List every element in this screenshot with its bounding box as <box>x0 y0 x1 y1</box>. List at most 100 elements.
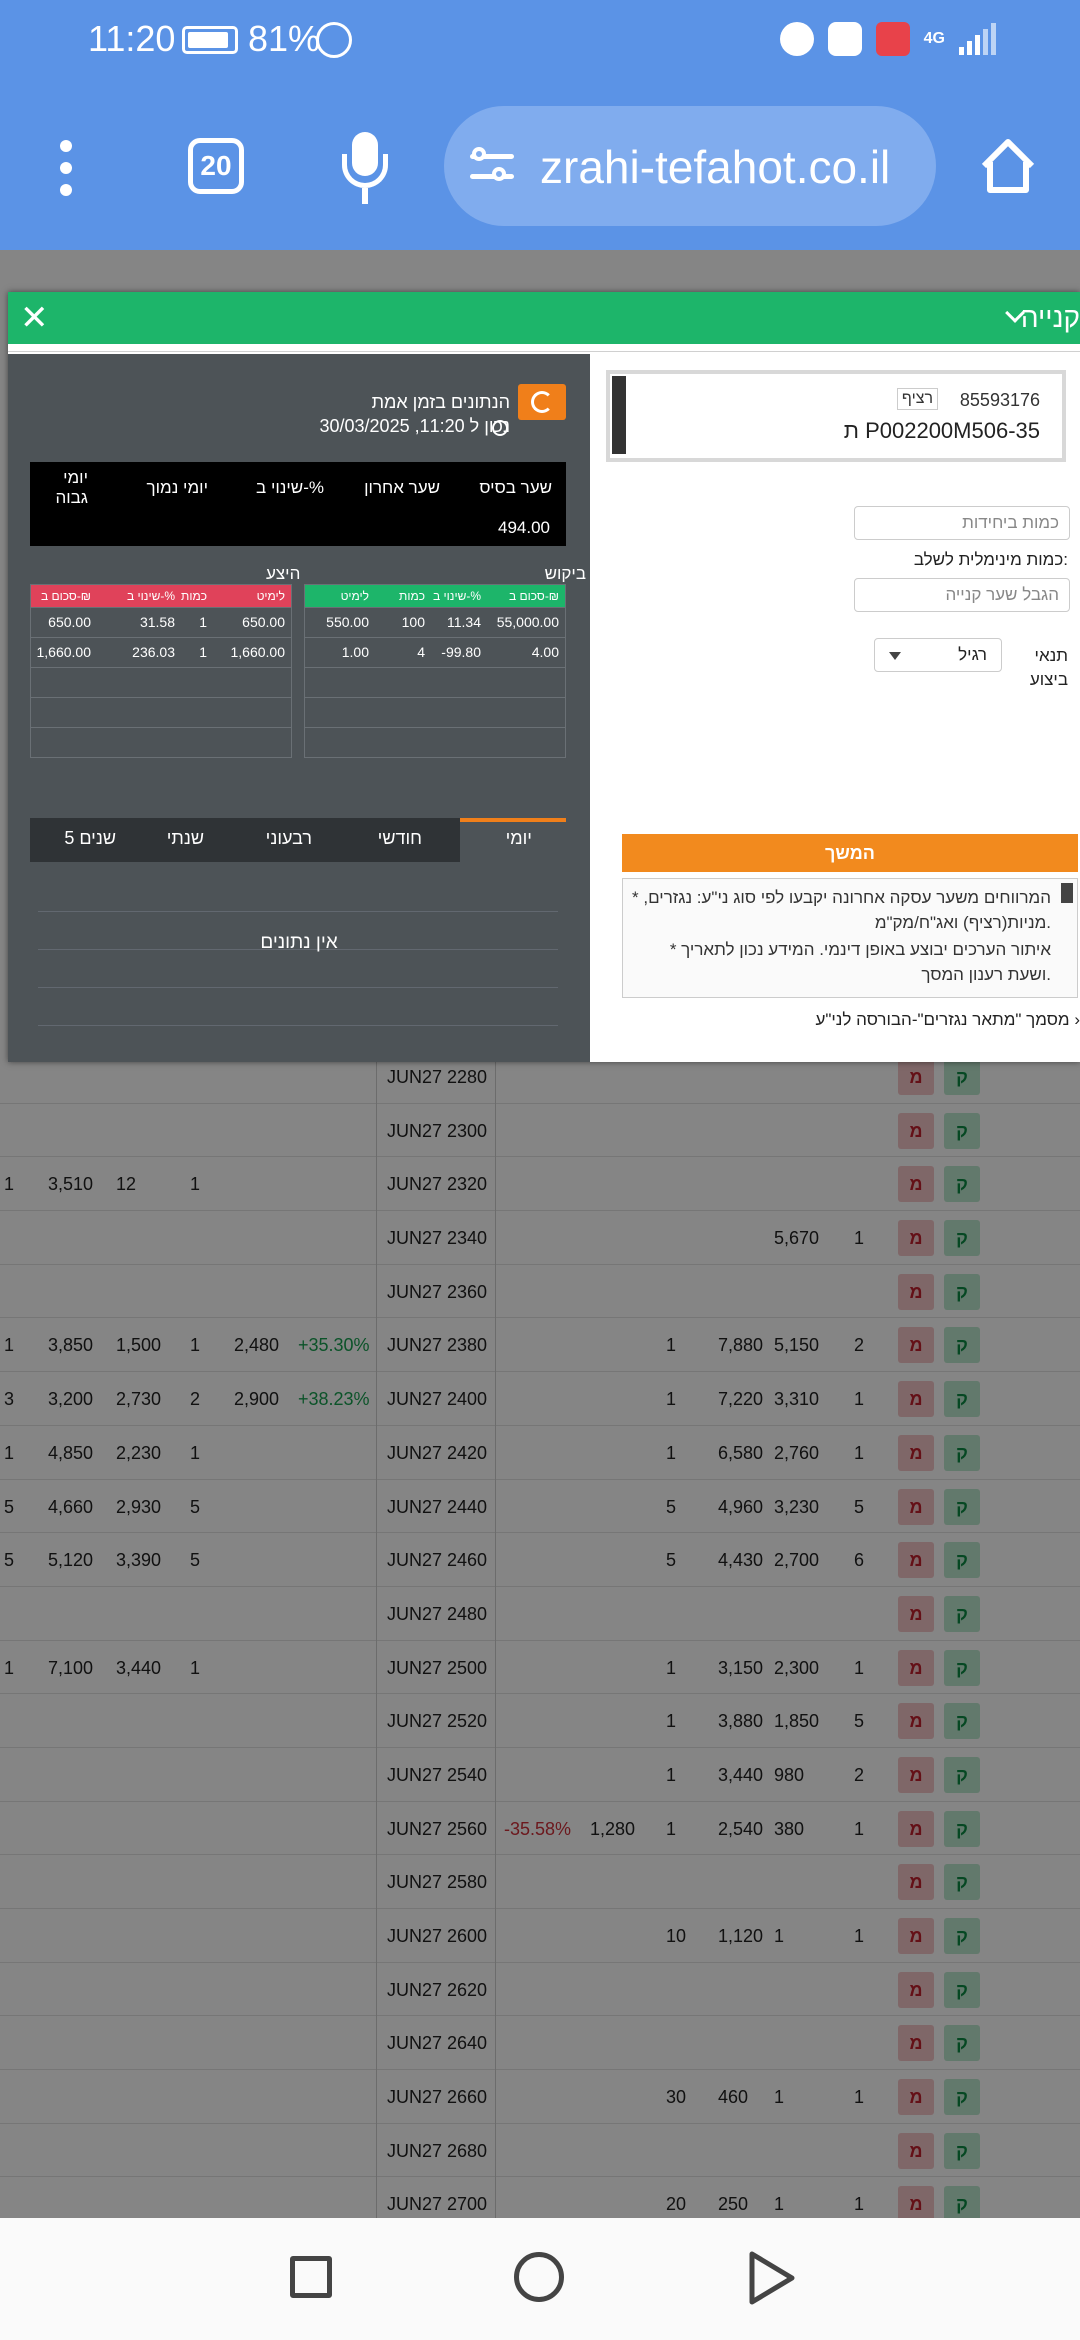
orderbook-row <box>305 727 565 757</box>
orderbook-row <box>31 667 291 697</box>
period-tabs: יומי חודשי רבעוני שנתי 5 שנים <box>30 818 566 862</box>
quantity-input[interactable]: כמות ביחידות <box>854 506 1070 540</box>
status-bar: 11:20 81% 4G <box>0 0 1080 80</box>
orderbook-header: כמות <box>181 589 207 603</box>
orderbook-cell: 1,660.00 <box>36 644 92 660</box>
instagram-icon <box>827 22 862 56</box>
back-icon[interactable] <box>746 2250 798 2306</box>
scrollbar[interactable] <box>612 376 626 454</box>
browser-toolbar: 20 zrahi-tefahot.co.il <box>0 80 1080 250</box>
orderbook-row: 650.00 1 31.58 650.00 <box>31 607 291 637</box>
url-text: zrahi-tefahot.co.il <box>540 141 891 193</box>
quote-header: יומי נמוך <box>146 478 208 497</box>
orderbook-cell: 550.00 <box>326 614 369 630</box>
status-time: 11:20 <box>88 18 176 59</box>
site-settings-icon[interactable] <box>470 146 514 186</box>
security-number: 85593176 <box>959 390 1040 410</box>
quote-summary: שער בסיס שער אחרון שינוי ב-% יומי נמוך י… <box>30 462 566 546</box>
home-icon[interactable] <box>978 136 1038 196</box>
base-price-value: 494.00 <box>498 518 550 537</box>
tab-monthly[interactable]: חודשי <box>378 828 422 849</box>
orderbook-cell: 4 <box>417 644 425 660</box>
orderbook-cell: 650.00 <box>48 614 91 630</box>
orderbook-cell: 1 <box>199 644 207 660</box>
orderbook-row <box>305 697 565 727</box>
orderbook-header: שינוי ב-% <box>127 589 175 603</box>
tab-quarterly[interactable]: רבעוני <box>266 828 312 849</box>
dropdown-arrow-icon <box>889 652 901 660</box>
ask-orderbook: לימיט כמות שינוי ב-% סכום ב-₪ 650.00 1 31.58 65… <box>30 584 292 758</box>
recents-icon[interactable] <box>290 2256 332 2298</box>
buy-order-dialog: ✕ קנייה הנתונים בזמן אמת נכון ל 11:20, 3… <box>8 292 1080 1062</box>
continue-button[interactable]: המשך <box>622 834 1078 872</box>
shopping-icon <box>875 22 910 56</box>
ask-label: היצע <box>266 564 301 583</box>
orderbook-cell: -99.80 <box>441 644 481 660</box>
orderbook-cell: 4.00 <box>531 644 559 660</box>
quote-header: שער בסיס <box>479 478 552 497</box>
orderbook-cell: 1.00 <box>341 644 369 660</box>
realtime-panel: הנתונים בזמן אמת נכון ל 11:20, 30/03/202… <box>8 354 590 1062</box>
security-type-tag: רציף <box>896 388 938 410</box>
derivatives-doc-link[interactable]: מסמך "מתאר נגזרים"-הבורסה לני"ע › <box>815 1010 1080 1030</box>
orderbook-header: סכום ב-₪ <box>508 589 559 603</box>
tabs-button[interactable]: 20 <box>188 138 244 194</box>
orderbook-cell: 650.00 <box>242 614 285 630</box>
scrollbar[interactable] <box>1061 883 1073 903</box>
execution-terms-label: תנאי ביצוע <box>1029 646 1068 689</box>
note-text: * המרווחים משער עסקה אחרונה יקבעו לפי סו… <box>632 888 1051 932</box>
orderbook-cell: 31.58 <box>139 614 175 630</box>
refresh-icon[interactable] <box>518 384 566 420</box>
orderbook-cell: 1 <box>199 614 207 630</box>
orderbook-cell: 236.03 <box>132 644 175 660</box>
tab-daily[interactable]: יומי <box>506 828 532 849</box>
microphone-icon[interactable] <box>340 132 390 206</box>
bid-label: ביקוש <box>544 564 586 583</box>
home-button-icon[interactable] <box>514 2252 564 2302</box>
orderbook-cell: 1,660.00 <box>230 644 286 660</box>
note-text: * איתור הערכים יבוצע באופן דינמי. המידע … <box>669 940 1051 984</box>
orderbook-row <box>31 697 291 727</box>
limit-price-input[interactable]: הגבל שער קנייה <box>854 578 1070 612</box>
realtime-title: הנתונים בזמן אמת <box>371 392 510 412</box>
tab-5-years[interactable]: 5 שנים <box>64 828 116 849</box>
security-name: ת P002200M506-35 <box>843 418 1040 443</box>
orderbook-header: כמות <box>399 589 425 603</box>
bid-header-row: סכום ב-₪ שינוי ב-% כמות לימיט <box>305 585 565 607</box>
orderbook-row: 55,000.00 11.34 100 550.00 <box>305 607 565 637</box>
dialog-header: ✕ קנייה <box>8 292 1080 344</box>
orderbook-header: לימיט <box>340 589 369 603</box>
close-icon[interactable]: ✕ <box>20 298 49 338</box>
no-data-message: אין נתונים <box>260 932 338 953</box>
network-type: 4G <box>923 30 945 47</box>
quote-header: שינוי ב-% <box>256 478 324 497</box>
orderbook-header: שינוי ב-% <box>433 589 481 603</box>
header-divider <box>8 344 1080 352</box>
quote-header: שער אחרון <box>364 478 440 497</box>
security-selector[interactable]: 85593176 רציף ת P002200M506-35 <box>606 370 1066 462</box>
tab-yearly[interactable]: שנתי <box>167 828 204 849</box>
orderbook-header: לימיט <box>256 589 285 603</box>
min-quantity-label: כמות מינימלית לשלב: <box>913 550 1068 569</box>
notification-icons: 4G <box>779 22 996 56</box>
ask-header-row: לימיט כמות שינוי ב-% סכום ב-₪ <box>31 585 291 607</box>
execution-terms-value: רגיל <box>958 645 987 664</box>
orderbook-row: 4.00 -99.80 4 1.00 <box>305 637 565 667</box>
battery-percent: 81% <box>248 18 321 59</box>
address-bar[interactable]: zrahi-tefahot.co.il <box>444 106 936 226</box>
order-form: 85593176 רציף ת P002200M506-35 כמות ביחי… <box>590 354 1080 1062</box>
battery-icon <box>182 26 238 54</box>
quote-header: יומי גבוה <box>55 468 88 507</box>
alarm-icon <box>316 22 352 58</box>
orderbook-cell: 11.34 <box>447 614 481 630</box>
orderbook-header: סכום ב-₪ <box>40 589 91 603</box>
orderbook-cell: 55,000.00 <box>496 614 559 630</box>
orderbook-row: 1,660.00 1 236.03 1,660.00 <box>31 637 291 667</box>
menu-icon[interactable] <box>60 140 74 210</box>
execution-terms-select[interactable]: רגיל <box>874 638 1002 672</box>
messenger-icon <box>779 22 814 56</box>
navigation-bar <box>0 2218 1080 2340</box>
signal-icon <box>959 23 996 55</box>
notes-box: * המרווחים משער עסקה אחרונה יקבעו לפי סו… <box>622 878 1078 998</box>
realtime-timestamp: נכון ל 11:20, 30/03/2025 <box>319 416 511 436</box>
